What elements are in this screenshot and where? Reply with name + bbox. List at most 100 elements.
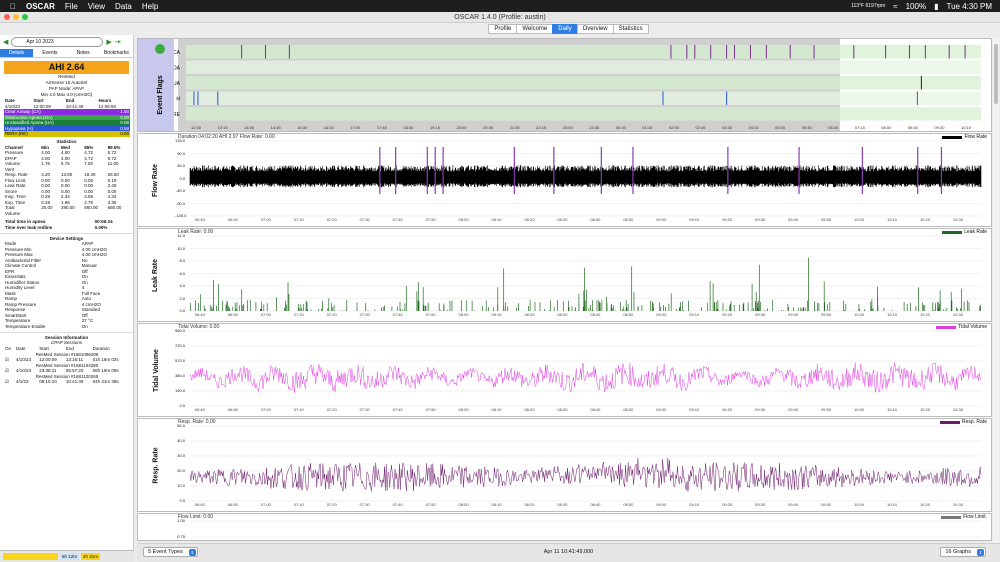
x-tick-label: 07:00 (260, 407, 271, 412)
x-tick-label: 10:20 (919, 312, 930, 317)
x-tick-label: 07:40 (392, 312, 403, 317)
apple-icon[interactable]:  (10, 2, 16, 11)
date-picker[interactable]: Apr 10 2023 (11, 37, 104, 47)
minimize-button[interactable] (13, 14, 19, 20)
wifi-icon[interactable]: ≈ (893, 2, 897, 11)
menu-help[interactable]: Help (142, 2, 158, 11)
pane-resp-plot[interactable] (138, 419, 991, 509)
x-tick-label: 08:00 (458, 502, 469, 507)
next-day-icon[interactable]: ▶ (106, 38, 111, 46)
flag-x-tick: 17:00 (350, 125, 361, 130)
chevron-down-icon: ⇕ (977, 549, 984, 556)
cpap-session-row[interactable]: ☑ 4/10/23 12:00:09 13:16:11 01h 16m 02s (4, 357, 130, 363)
x-tick-label: 10:20 (919, 407, 930, 412)
x-tick-label: 07:50 (425, 502, 436, 507)
x-tick-label: 08:10 (491, 407, 502, 412)
session-dur: 04h 31m 39s (92, 379, 119, 384)
menu-app[interactable]: OSCAR (26, 2, 55, 11)
x-tick-label: 08:20 (524, 502, 535, 507)
summary-pill-a[interactable]: 6h 12m (60, 553, 80, 560)
x-tick-label: 08:10 (491, 312, 502, 317)
menu-view[interactable]: View (88, 2, 105, 11)
flag-row-label: H (176, 97, 180, 103)
tab-notes[interactable]: Notes (67, 49, 100, 57)
sidebar-footer: 6h 12m 4h 31m (0, 550, 134, 562)
battery-percent[interactable]: 100% (906, 2, 926, 11)
x-tick-label: 08:10 (491, 502, 502, 507)
flow-limit-pane[interactable]: Flow Limit: 0.00 Flow Limit. 1.00 0.75 (137, 513, 992, 541)
tab-overview[interactable]: Overview (576, 24, 614, 34)
menu-data[interactable]: Data (115, 2, 132, 11)
stats-row: Resp. Rate 4.20 13.80 19.40 28.60 (4, 172, 130, 178)
close-button[interactable] (4, 14, 10, 20)
last-day-icon[interactable]: ⇥ (115, 38, 121, 46)
tidal-volume-pane[interactable]: Tidal Volume Tidal Volume: 0.00 Tidal Volu… (137, 323, 992, 417)
device-settings-title: Device Settings (0, 233, 133, 241)
x-tick-label: 08:50 (623, 407, 634, 412)
bottom-bar: 5 Event Types ⇕ Apr 11 10:41:49.000 16 Gr… (137, 543, 1000, 562)
x-tick-label: 10:10 (886, 502, 898, 507)
event-flags-pane[interactable]: Event Flags CAOAUAHREEvent Flags12:3013:… (137, 38, 992, 132)
session-summary: Date Start End Hours 4/10/23 12:00:09 10… (4, 98, 130, 109)
x-tick-label: 07:10 (293, 407, 304, 412)
flag-x-tick: 09:30 (934, 125, 945, 130)
tab-details[interactable]: Details (0, 49, 34, 57)
apnea-summary: Total time in apnea 00:06:24 Time over le… (4, 219, 130, 230)
summary-pill-yellow[interactable] (3, 553, 58, 560)
event-row[interactable]: RERA (RE) 0.00 (4, 131, 130, 137)
flag-x-tick: 19:15 (430, 125, 441, 130)
x-tick-label: 06:40 (194, 312, 205, 317)
pane-flowlim-plot[interactable] (138, 514, 991, 538)
zoom-button[interactable] (22, 14, 28, 20)
leak-rate-pane[interactable]: Leak Rate Leak Rate: 0.00 Leak Rate 12.0 10.… (137, 228, 992, 322)
x-tick-label: 09:10 (689, 217, 700, 222)
flag-x-tick: 05:45 (802, 125, 813, 130)
x-tick-label: 07:10 (293, 217, 304, 222)
tab-daily[interactable]: Daily (552, 24, 578, 34)
x-tick-label: 08:00 (458, 217, 469, 222)
graphs-select[interactable]: 16 Graphs ⇕ (940, 547, 986, 557)
x-tick-label: 07:10 (293, 502, 304, 507)
x-tick-label: 08:20 (524, 312, 535, 317)
pane-leak-plot[interactable] (138, 229, 991, 319)
x-tick-label: 06:50 (227, 407, 238, 412)
tab-profile[interactable]: Profile (488, 24, 518, 34)
tab-bookmarks[interactable]: Bookmarks (100, 49, 133, 57)
x-tick-label: 08:40 (590, 312, 601, 317)
event-value: 0.00 (120, 131, 129, 136)
graph-area: Event Flags CAOAUAHREEvent Flags12:3013:… (137, 38, 992, 541)
x-tick-label: 08:50 (623, 312, 634, 317)
x-tick-label: 09:10 (689, 312, 700, 317)
x-tick-label: 09:30 (755, 407, 766, 412)
cpap-session-row[interactable]: ☑ 4/1/23 06:10:10 10:41:49 04h 31m 39s (4, 379, 130, 385)
stats-cell (107, 211, 130, 217)
tab-statistics[interactable]: Statistics (612, 24, 649, 34)
tab-events[interactable]: Events (33, 49, 66, 57)
session-start: 06:10:10 (39, 379, 57, 384)
scroll-thumb[interactable] (994, 44, 998, 104)
prev-day-icon[interactable]: ◀ (3, 38, 8, 46)
x-tick-label: 09:20 (722, 407, 733, 412)
pane-flow-plot[interactable] (138, 134, 991, 224)
session-checkbox[interactable]: ☑ (4, 379, 15, 385)
x-tick-label: 10:10 (886, 217, 898, 222)
flow-rate-pane[interactable]: Flow Rate Duration 04:02:20 AHI 2.97 Flow… (137, 133, 992, 227)
graph-scrollbar[interactable] (993, 38, 999, 543)
x-tick-label: 07:50 (425, 217, 436, 222)
resp-rate-pane[interactable]: Resp. Rate Resp. Rate: 0.00 Resp. Rate 50.0… (137, 418, 992, 512)
flag-row-band (186, 45, 981, 59)
tab-welcome[interactable]: Welcome (516, 24, 554, 34)
x-tick-label: 07:20 (326, 217, 337, 222)
summary-pill-b[interactable]: 4h 31m (81, 553, 101, 560)
menu-file[interactable]: File (65, 2, 78, 11)
battery-icon[interactable]: ▮ (934, 2, 938, 11)
pane-tidal-plot[interactable] (138, 324, 991, 414)
flag-x-tick: 01:15 (642, 125, 653, 130)
event-flags-plot[interactable]: CAOAUAHREEvent Flags12:30 13:15 14:00 14:45… (138, 39, 991, 131)
temperature-status[interactable]: 113°F 6197rpm (851, 3, 885, 9)
clock[interactable]: Tue 4:30 PM (946, 2, 992, 11)
x-tick-label: 08:40 (590, 407, 601, 412)
date-value: Apr 10 2023 (26, 39, 54, 45)
cpap-session-row[interactable]: ☑ 4/10/23 23:38:11 05:57:20 06h 19m 09s (4, 368, 130, 374)
x-tick-label: 10:20 (919, 217, 930, 222)
